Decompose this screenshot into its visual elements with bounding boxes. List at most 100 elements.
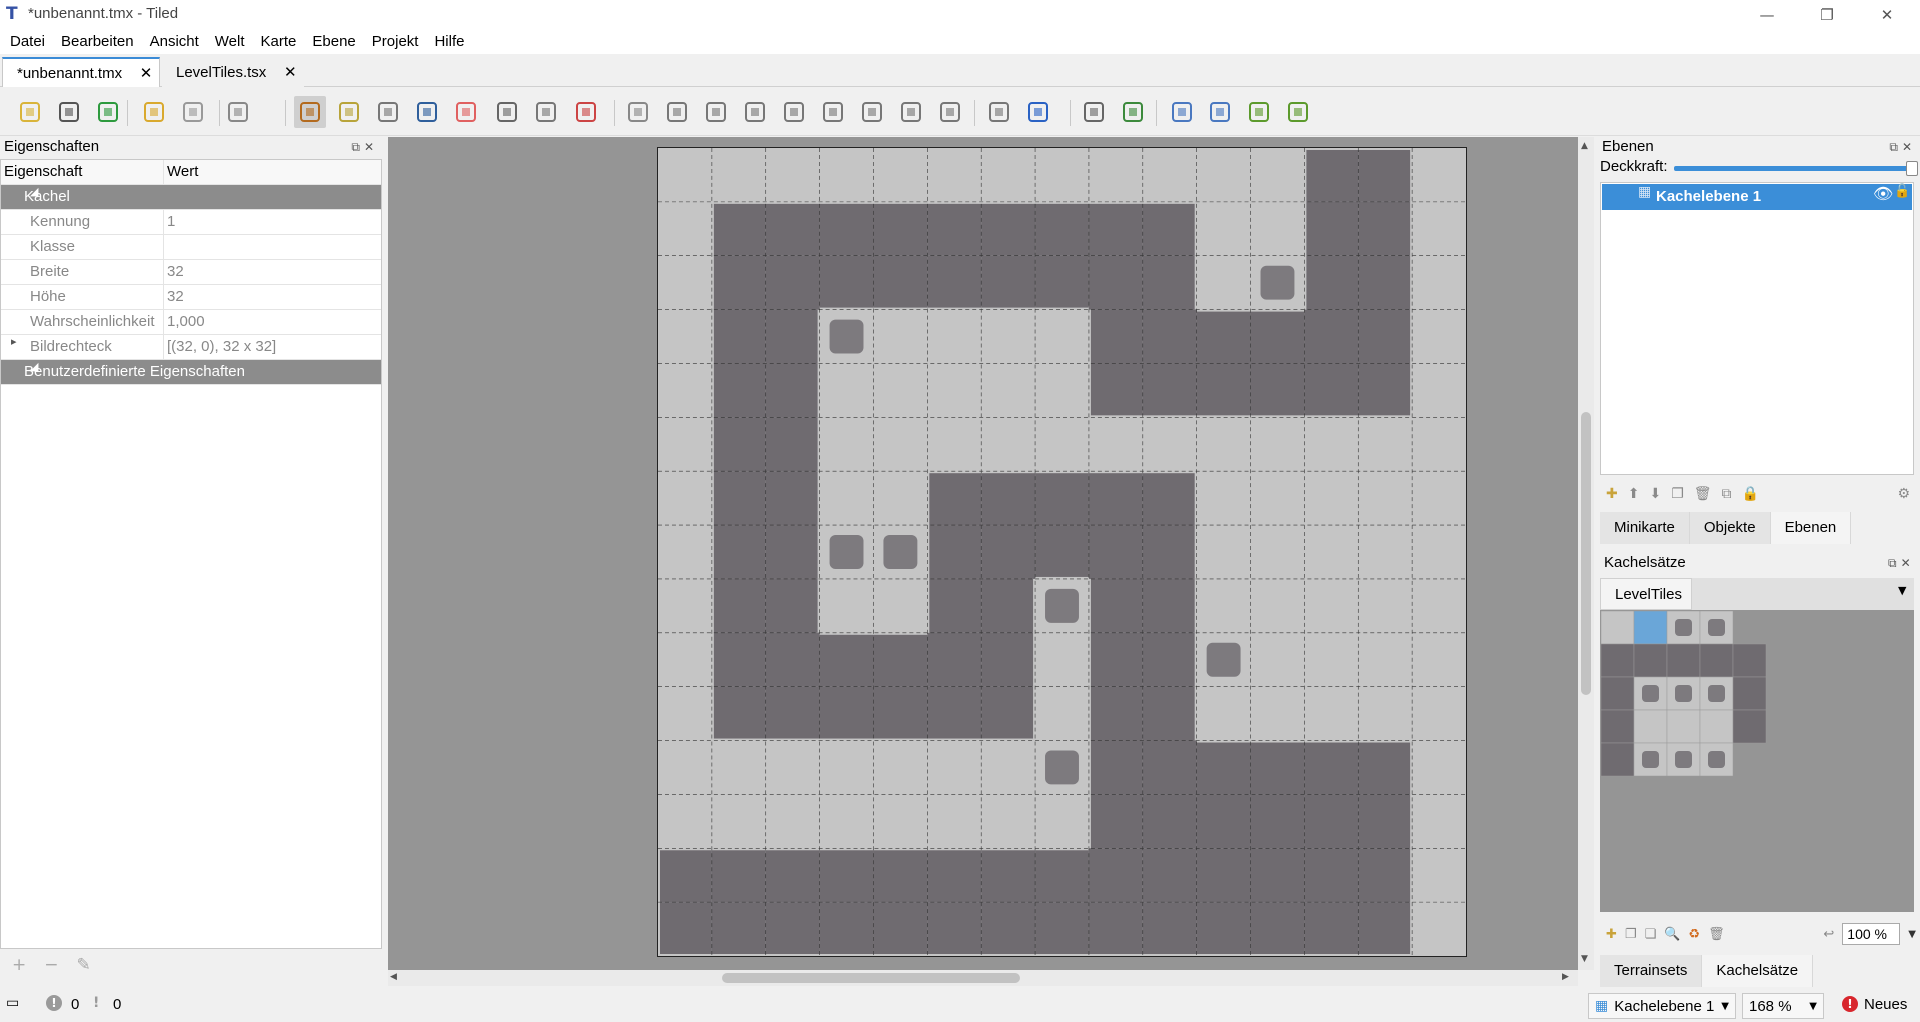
zoom-chevron-icon[interactable]: ▼ <box>1908 929 1916 940</box>
menu-projekt[interactable]: Projekt <box>364 30 427 54</box>
property-value[interactable]: 32 <box>167 285 184 309</box>
menu-datei[interactable]: Datei <box>2 30 53 54</box>
lower-layer-icon[interactable]: ⬇ <box>1649 486 1661 502</box>
insert-ellipse-icon[interactable] <box>778 96 810 128</box>
console-icon[interactable]: ▭ <box>6 995 19 1011</box>
news-alert-icon[interactable]: ! <box>1842 996 1858 1012</box>
chevron-down-icon[interactable]: ▼ <box>1809 1001 1817 1012</box>
opacity-slider[interactable] <box>1674 161 1918 176</box>
dock-float-close-icons[interactable]: ⧉✕ <box>1889 140 1916 155</box>
lock-layer-icon[interactable]: 🔒 <box>1742 486 1759 502</box>
move-world-icon[interactable] <box>1022 96 1054 128</box>
flip-horizontal-icon[interactable] <box>1166 96 1198 128</box>
remove-layer-icon[interactable]: 🗑 <box>1694 486 1712 502</box>
close-tab-icon[interactable]: ✕ <box>282 63 298 81</box>
property-value[interactable]: 32 <box>167 260 184 284</box>
embed-tileset-icon[interactable]: ❐ <box>1625 927 1637 942</box>
property-value[interactable]: [(32, 0), 32 x 32] <box>167 335 276 359</box>
horizontal-scroll-thumb[interactable] <box>722 973 1020 983</box>
property-row[interactable]: ▸ Bildrechteck [(32, 0), 32 x 32] <box>1 335 381 360</box>
horizontal-scrollbar[interactable]: ◀ ▶ <box>388 970 1578 986</box>
menu-ebene[interactable]: Ebene <box>304 30 363 54</box>
collapse-triangle-icon[interactable]: ◢ <box>7 185 38 198</box>
undo-icon[interactable] <box>138 96 170 128</box>
scroll-right-icon[interactable]: ▶ <box>1562 972 1569 982</box>
remove-property-icon[interactable]: − <box>44 955 58 975</box>
select-same-tile-icon[interactable] <box>570 96 602 128</box>
menu-ansicht[interactable]: Ansicht <box>142 30 207 54</box>
edit-polygons-icon[interactable] <box>661 96 693 128</box>
close-tab-icon[interactable]: ✕ <box>138 64 154 82</box>
insert-text-icon[interactable] <box>934 96 966 128</box>
layer-options-icon[interactable]: ⚙ <box>1897 486 1910 502</box>
dock-float-close-icons[interactable]: ⧉✕ <box>351 140 378 155</box>
edit-tileset-icon[interactable]: 🔍 <box>1664 927 1680 942</box>
insert-polygon-icon[interactable] <box>817 96 849 128</box>
menu-hilfe[interactable]: Hilfe <box>426 30 472 54</box>
export-tileset-icon[interactable]: ❏ <box>1645 927 1657 942</box>
duplicate-layer-icon[interactable]: ❐ <box>1671 486 1684 502</box>
tab-unbenannt[interactable]: *unbenannt.tmx ✕ <box>2 57 160 87</box>
close-window-button[interactable]: ✕ <box>1864 0 1910 29</box>
property-value[interactable]: 1,000 <box>167 310 205 334</box>
replace-tileset-icon[interactable]: ♻ <box>1688 927 1700 942</box>
redo-icon[interactable] <box>177 96 209 128</box>
menu-bearbeiten[interactable]: Bearbeiten <box>53 30 142 54</box>
scroll-up-icon[interactable]: ▲ <box>1581 141 1588 151</box>
minimize-button[interactable]: — <box>1744 0 1790 29</box>
open-icon[interactable] <box>53 96 85 128</box>
new-tileset-icon[interactable]: ✚ <box>1606 927 1617 942</box>
tileset-zoom-select[interactable]: 100 % <box>1842 923 1901 945</box>
tab-kachelsaetze[interactable]: Kachelsätze <box>1702 955 1814 987</box>
terrain-brush-icon[interactable] <box>333 96 365 128</box>
rename-property-icon[interactable]: ✎ <box>77 955 91 975</box>
maximize-button[interactable]: ❐ <box>1804 0 1850 29</box>
current-layer-select[interactable]: ▦ Kachelebene 1 ▼ <box>1588 993 1736 1019</box>
news-link[interactable]: Neues <box>1864 996 1907 1013</box>
stamp-brush-icon[interactable] <box>294 96 326 128</box>
menu-karte[interactable]: Karte <box>253 30 305 54</box>
world-tool-icon[interactable] <box>983 96 1015 128</box>
opacity-slider-handle[interactable] <box>1906 161 1918 176</box>
eraser-icon[interactable] <box>450 96 482 128</box>
insert-tile-icon[interactable] <box>856 96 888 128</box>
tileset-view[interactable] <box>1600 610 1914 912</box>
group-kachel[interactable]: ◢ Kachel <box>1 185 381 210</box>
bucket-fill-icon[interactable] <box>372 96 404 128</box>
scroll-left-icon[interactable]: ◀ <box>390 972 397 982</box>
rotate-right-icon[interactable] <box>1282 96 1314 128</box>
merge-layer-icon[interactable]: ⧉ <box>1722 486 1732 502</box>
shape-fill-icon[interactable] <box>411 96 443 128</box>
map-zoom-select[interactable]: 168 % ▼ <box>1742 993 1824 1019</box>
group-custom-properties[interactable]: ◢ Benutzerdefinierte Eigenschaften <box>1 360 381 385</box>
rotate-left-icon[interactable] <box>1243 96 1275 128</box>
vertical-scrollbar[interactable]: ▲ ▼ <box>1578 137 1594 970</box>
new-layer-icon[interactable]: ✚ <box>1606 486 1618 502</box>
collapse-triangle-icon[interactable]: ◢ <box>7 360 38 373</box>
dynamic-wrap-icon[interactable]: ↩ <box>1823 927 1834 942</box>
rect-select-icon[interactable] <box>491 96 523 128</box>
error-icon[interactable]: ! <box>46 995 62 1011</box>
property-row[interactable]: Kennung 1 <box>1 210 381 235</box>
property-row[interactable]: Klasse <box>1 235 381 260</box>
property-value[interactable]: 1 <box>167 210 175 234</box>
insert-rectangle-icon[interactable] <box>700 96 732 128</box>
property-row[interactable]: Höhe 32 <box>1 285 381 310</box>
flip-vertical-icon[interactable] <box>1204 96 1236 128</box>
tab-objekte[interactable]: Objekte <box>1689 512 1771 544</box>
warning-icon[interactable]: ! <box>93 995 99 1011</box>
vertical-scroll-thumb[interactable] <box>1581 412 1591 695</box>
commands-icon[interactable] <box>222 96 254 128</box>
layer-list[interactable]: ▦ Kachelebene 1 👁 🔓 <box>1600 182 1914 475</box>
menu-welt[interactable]: Welt <box>207 30 253 54</box>
select-objects-icon[interactable] <box>622 96 654 128</box>
property-row[interactable]: Wahrscheinlichkeit 1,000 <box>1 310 381 335</box>
raise-layer-icon[interactable]: ⬆ <box>1628 486 1640 502</box>
magic-wand-icon[interactable] <box>530 96 562 128</box>
tile-map[interactable] <box>657 147 1467 957</box>
property-row[interactable]: Breite 32 <box>1 260 381 285</box>
wang-fill-icon[interactable] <box>1117 96 1149 128</box>
remove-tileset-icon[interactable]: 🗑 <box>1708 927 1725 942</box>
dock-float-close-icons[interactable]: ⧉✕ <box>1888 556 1915 571</box>
random-mode-icon[interactable] <box>1078 96 1110 128</box>
